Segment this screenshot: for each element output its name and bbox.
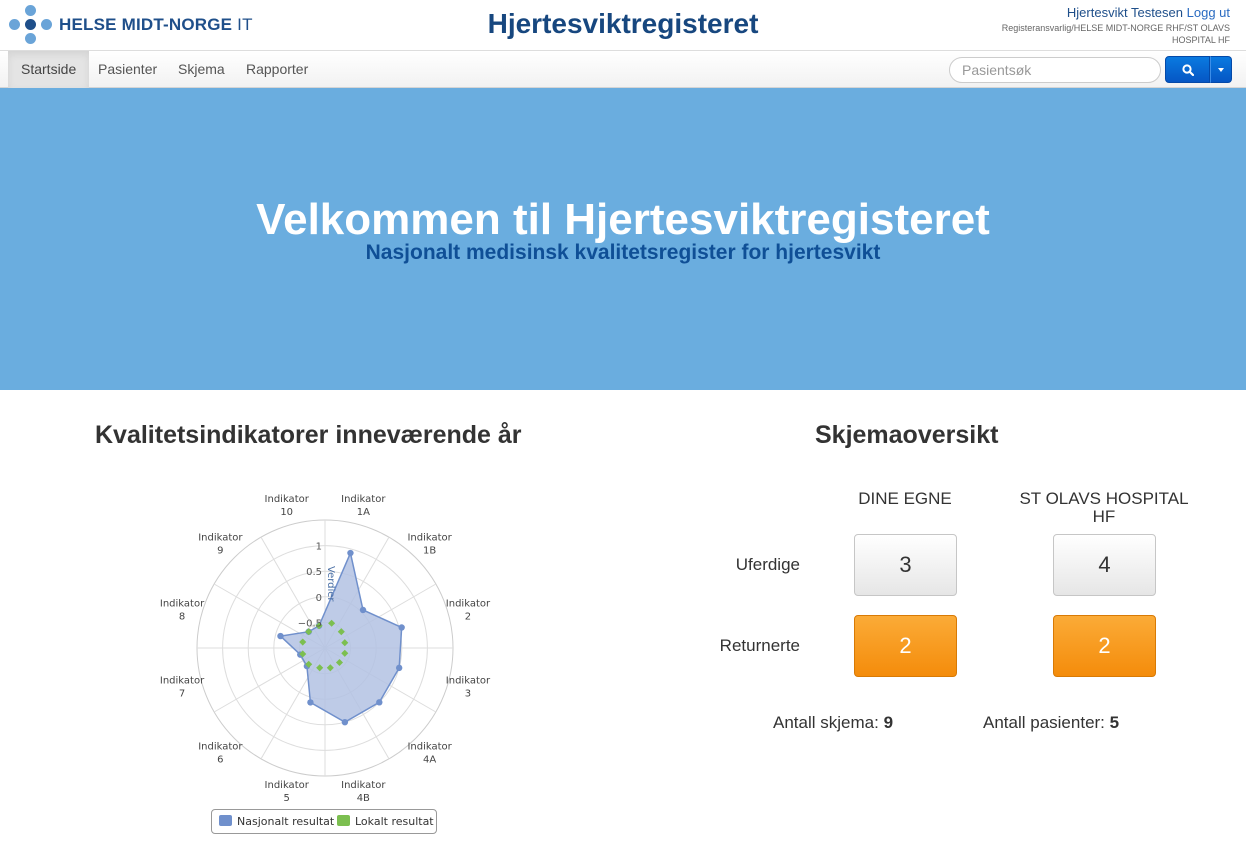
- legend-item-local[interactable]: Lokalt resultat: [337, 815, 434, 829]
- point-national-10: [277, 632, 284, 640]
- legend-swatch-national: [219, 815, 232, 826]
- category-label-2: Indikator 1B: [407, 532, 452, 556]
- point-national-2: [359, 606, 367, 614]
- category-label-6: Indikator 4B: [341, 780, 386, 804]
- point-national-1: [347, 549, 354, 557]
- total-forms: Antall skjema: 9: [773, 713, 894, 732]
- hero-banner: Velkommen til Hjertesviktregisteret Nasj…: [0, 88, 1246, 390]
- point-national-4: [395, 664, 403, 672]
- category-label-4: Indikator 3: [446, 675, 491, 699]
- organization-text: Registeransvarlig/HELSE MIDT-NORGE RHF/S…: [1001, 23, 1230, 45]
- axis-title: Verdier: [325, 566, 336, 602]
- legend-swatch-local: [337, 815, 350, 826]
- quality-indicators-title: Kvalitetsindikatorer inneværende år: [95, 421, 522, 449]
- logo-icon: [9, 5, 53, 45]
- top-header: HELSE MIDT-NORGE IT Hjertesviktregistere…: [0, 0, 1246, 50]
- count-returnerte-hospital[interactable]: 2: [1053, 615, 1156, 677]
- count-returnerte-own[interactable]: 2: [854, 615, 957, 677]
- quality-radar-chart: −0.5 0 0.5 1 Verdier Indikator 1A Indikator 1B In…: [160, 494, 491, 804]
- row-label-returnerte: Returnerte: [719, 636, 800, 655]
- category-label-7: Indikator 5: [265, 780, 310, 804]
- point-national-7: [307, 699, 314, 706]
- form-overview-title: Skjemaoversikt: [815, 421, 999, 449]
- nav-startside[interactable]: Startside: [8, 51, 90, 88]
- hero-subtitle: Nasjonalt medisinsk kvalitetsregister fo…: [365, 241, 881, 264]
- total-patients: Antall pasienter: 5: [983, 713, 1120, 732]
- point-national-6: [341, 718, 349, 726]
- tick-label: 0.5: [306, 567, 322, 578]
- category-label-8: Indikator 6: [198, 742, 243, 766]
- nav-rapporter[interactable]: Rapporter: [233, 51, 321, 88]
- column-hospital: ST OLAVS HOSPITAL HF: [1019, 489, 1189, 526]
- main-navbar: Startside Pasienter Skjema Rapporter: [0, 50, 1246, 88]
- search-dropdown-toggle[interactable]: [1210, 56, 1232, 83]
- logout-link[interactable]: Logg ut: [1187, 5, 1230, 20]
- column-own: DINE EGNE: [858, 489, 952, 508]
- legend-item-national[interactable]: Nasjonalt resultat: [219, 815, 334, 829]
- category-label-1: Indikator 1A: [341, 494, 386, 518]
- point-national-5: [376, 699, 383, 706]
- category-label-12: Indikator 10: [265, 494, 310, 518]
- category-label-11: Indikator 9: [198, 532, 243, 556]
- series-area-national: [278, 550, 403, 724]
- chart-legend: Nasjonalt resultat Lokalt resultat: [211, 809, 437, 834]
- category-label-5: Indikator 4A: [407, 742, 452, 766]
- patient-search-input[interactable]: [949, 57, 1161, 83]
- user-box: Hjertesvikt Testesen Logg ut Registerans…: [960, 5, 1230, 46]
- count-uferdige-hospital[interactable]: 4: [1053, 534, 1156, 596]
- logo-text: HELSE MIDT-NORGE IT: [59, 15, 253, 34]
- category-label-3: Indikator 2: [446, 599, 491, 623]
- search-icon: [1182, 64, 1194, 76]
- search-button[interactable]: [1165, 56, 1210, 83]
- tick-label: 1: [316, 542, 322, 553]
- total-patients-value: 5: [1109, 713, 1120, 732]
- user-name[interactable]: Hjertesvikt Testesen: [1067, 5, 1183, 20]
- nav-pasienter[interactable]: Pasienter: [85, 51, 170, 88]
- category-label-10: Indikator 8: [160, 599, 205, 623]
- count-uferdige-own[interactable]: 3: [854, 534, 957, 596]
- point-national-3: [398, 624, 405, 631]
- nav-skjema[interactable]: Skjema: [165, 51, 238, 88]
- hero-title: Velkommen til Hjertesviktregisteret: [256, 195, 990, 244]
- tick-label: −0.5: [298, 618, 322, 629]
- category-label-9: Indikator 7: [160, 675, 205, 699]
- logo[interactable]: HELSE MIDT-NORGE IT: [9, 5, 253, 45]
- row-label-uferdige: Uferdige: [735, 555, 800, 574]
- total-forms-value: 9: [883, 713, 894, 732]
- tick-label: 0: [316, 593, 322, 604]
